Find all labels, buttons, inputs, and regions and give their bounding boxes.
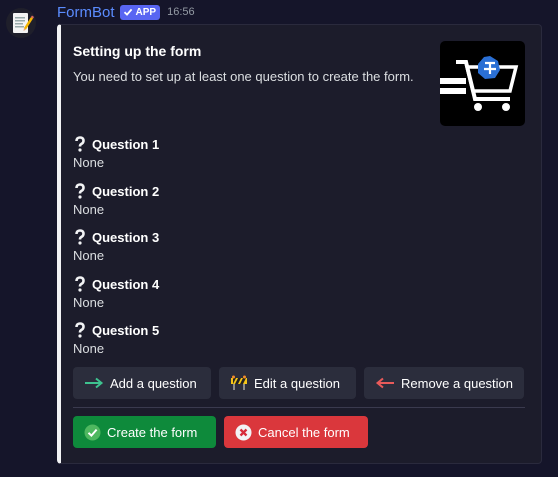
create-form-label: Create the form [107,424,198,440]
x-icon [235,424,252,440]
field-name: Question 2 [92,183,160,199]
arrow-right-icon [85,377,104,389]
edit-question-label: Edit a question [254,375,341,391]
field-name: Question 1 [92,136,160,152]
field-value: None [73,248,105,263]
shopping-cart-logo [440,56,519,111]
field-value: None [73,341,105,356]
field-name: Question 3 [92,229,160,245]
memo-icon [13,13,34,33]
cancel-form-button[interactable]: Cancel the form [224,416,368,448]
app-badge-label: APP [135,6,157,18]
remove-question-button[interactable]: Remove a question [364,367,524,399]
question-mark-icon [75,183,85,199]
field-question-3: Question 3 None [73,228,273,263]
embed-thumbnail[interactable] [440,41,525,126]
question-mark-icon [75,136,85,152]
field-name: Question 4 [92,276,160,292]
author-name[interactable]: FormBot [57,4,115,21]
field-question-4: Question 4 None [73,275,273,310]
button-separator [73,407,525,408]
create-form-button[interactable]: Create the form [73,416,216,448]
verified-check-icon [123,8,132,16]
message-timestamp: 16:56 [167,6,195,18]
bot-avatar[interactable] [6,8,36,38]
check-circle-icon [84,424,101,440]
cancel-form-label: Cancel the form [258,424,350,440]
field-question-2: Question 2 None [73,182,273,217]
field-question-1: Question 1 None [73,135,273,170]
field-value: None [73,295,105,310]
bot-message: FormBot APP 16:56 Setting up the form Yo… [0,0,558,477]
field-question-5: Question 5 None [73,321,273,356]
question-mark-icon [75,322,85,338]
arrow-left-icon [375,377,394,389]
question-mark-icon [75,229,85,245]
field-name: Question 5 [92,322,160,338]
field-value: None [73,202,105,217]
embed-title: Setting up the form [73,43,202,59]
construction-icon [231,375,247,390]
app-badge: APP [119,4,161,20]
embed-description: You need to set up at least one question… [73,69,414,84]
add-question-label: Add a question [110,375,197,391]
question-mark-icon [75,276,85,292]
message-header: FormBot APP 16:56 [57,3,195,21]
remove-question-label: Remove a question [401,375,514,391]
add-question-button[interactable]: Add a question [73,367,211,399]
edit-question-button[interactable]: Edit a question [219,367,356,399]
field-value: None [73,155,105,170]
